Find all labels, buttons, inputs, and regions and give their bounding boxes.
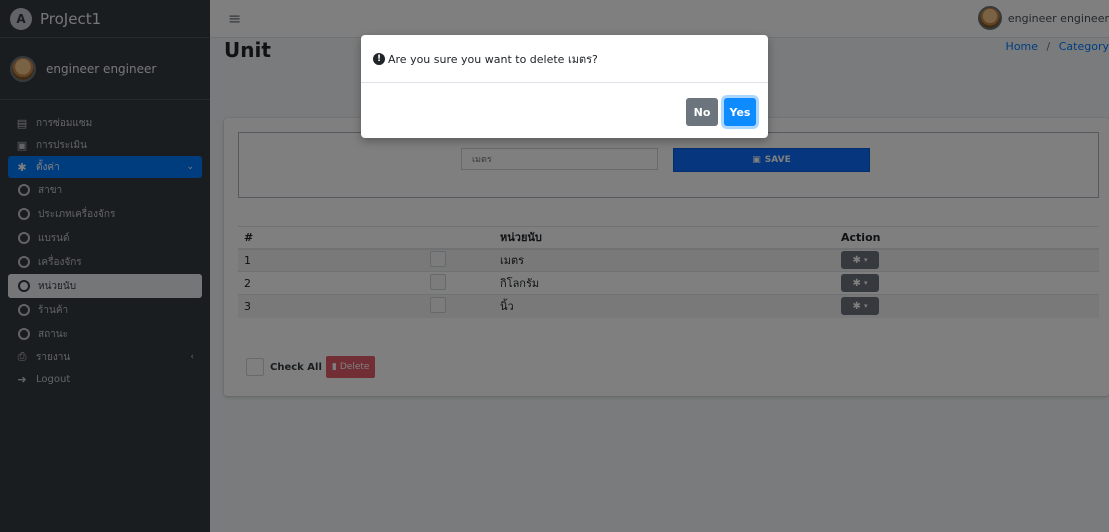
dialog-footer: No Yes [686, 98, 756, 126]
confirm-delete-dialog: ! Are you sure you want to delete เมตร? … [361, 35, 768, 138]
exclamation-circle-icon: ! [373, 52, 385, 65]
dialog-message: Are you sure you want to delete เมตร? [388, 52, 598, 66]
dialog-header: ! Are you sure you want to delete เมตร? [361, 35, 768, 83]
yes-button[interactable]: Yes [724, 98, 756, 126]
no-button[interactable]: No [686, 98, 718, 126]
